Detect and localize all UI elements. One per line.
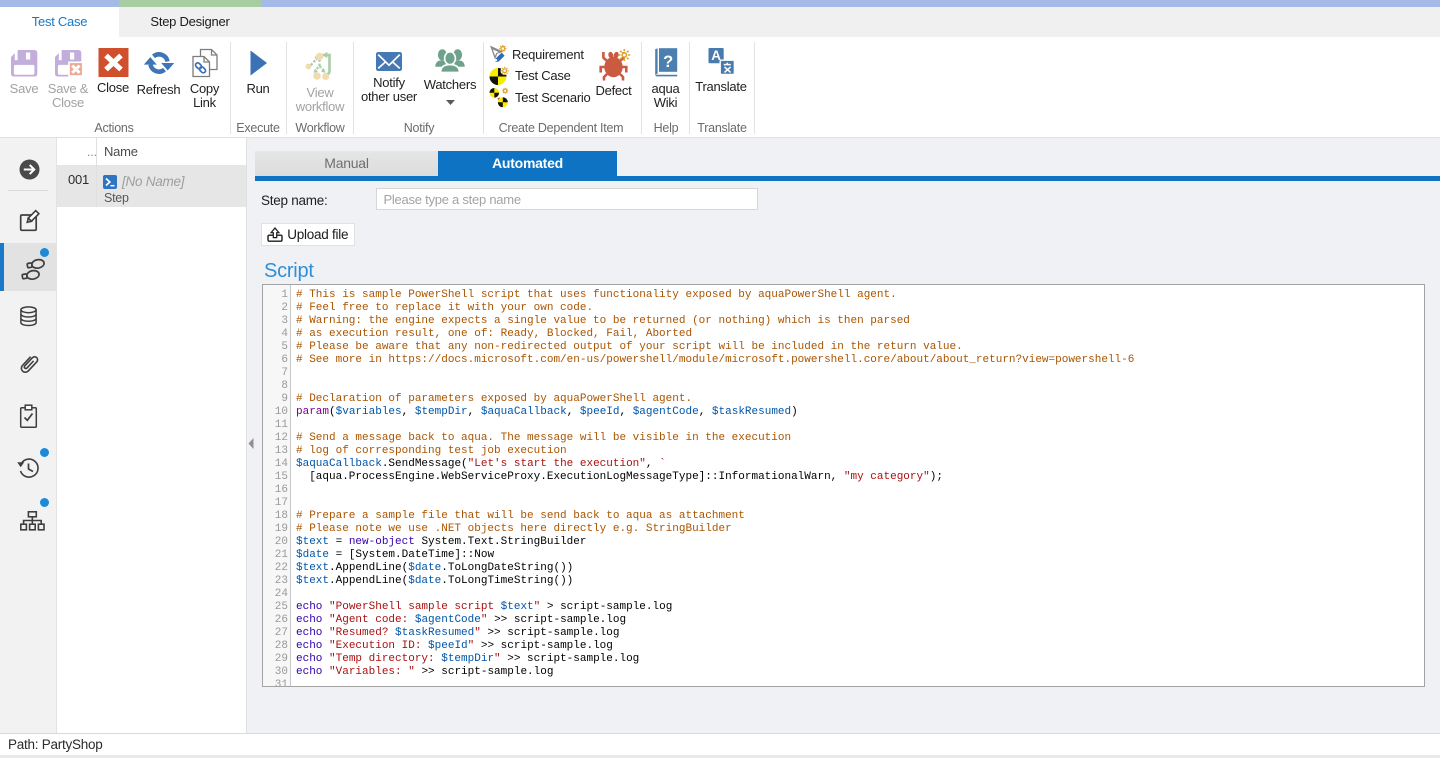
svg-text:?: ?	[663, 53, 673, 71]
